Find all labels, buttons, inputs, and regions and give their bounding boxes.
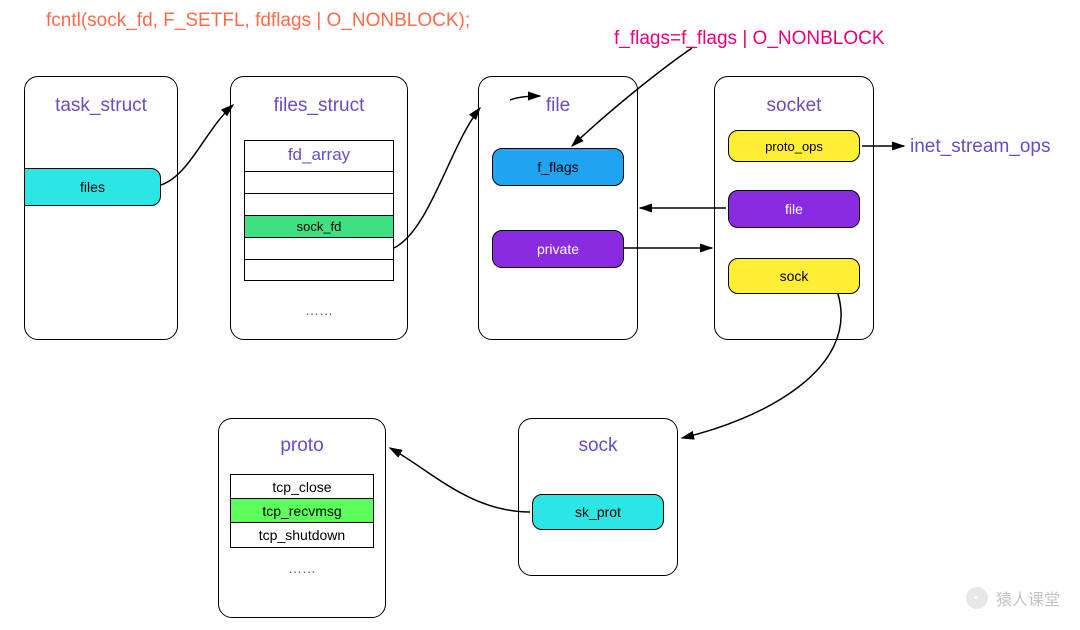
pill-private: private (492, 230, 624, 268)
wechat-icon (966, 587, 988, 609)
box-file: file (478, 76, 638, 340)
proto-row-0: tcp_close (231, 475, 373, 499)
title-files-struct: files_struct (231, 95, 407, 117)
watermark: 猿人课堂 (966, 586, 1060, 610)
files-struct-dots: …… (244, 302, 394, 318)
fd-row-sockfd: sock_fd (245, 215, 393, 237)
proto-dots: …… (230, 560, 374, 576)
pill-proto-ops: proto_ops (728, 130, 860, 162)
label-inet-stream-ops: inet_stream_ops (910, 136, 1050, 158)
pill-files: files (24, 168, 161, 206)
pill-sock: sock (728, 258, 860, 294)
title-socket: socket (715, 95, 873, 117)
box-task-struct: task_struct (24, 76, 178, 340)
code-fflags: f_flags=f_flags | O_NONBLOCK (614, 28, 885, 50)
fd-array-title: fd_array (245, 141, 393, 171)
pill-sk-prot: sk_prot (532, 494, 664, 530)
title-sock: sock (519, 435, 677, 457)
watermark-text: 猿人课堂 (996, 586, 1060, 610)
proto-row-1: tcp_recvmsg (231, 499, 373, 523)
title-proto: proto (219, 435, 385, 457)
proto-table: tcp_close tcp_recvmsg tcp_shutdown (230, 474, 374, 548)
code-fcntl: fcntl(sock_fd, F_SETFL, fdflags | O_NONB… (46, 10, 470, 32)
title-file: file (479, 95, 637, 117)
pill-fflags: f_flags (492, 148, 624, 186)
proto-row-2: tcp_shutdown (231, 523, 373, 547)
pill-socket-file: file (728, 190, 860, 228)
fd-array-table: fd_array sock_fd (244, 140, 394, 281)
title-task-struct: task_struct (25, 95, 177, 117)
